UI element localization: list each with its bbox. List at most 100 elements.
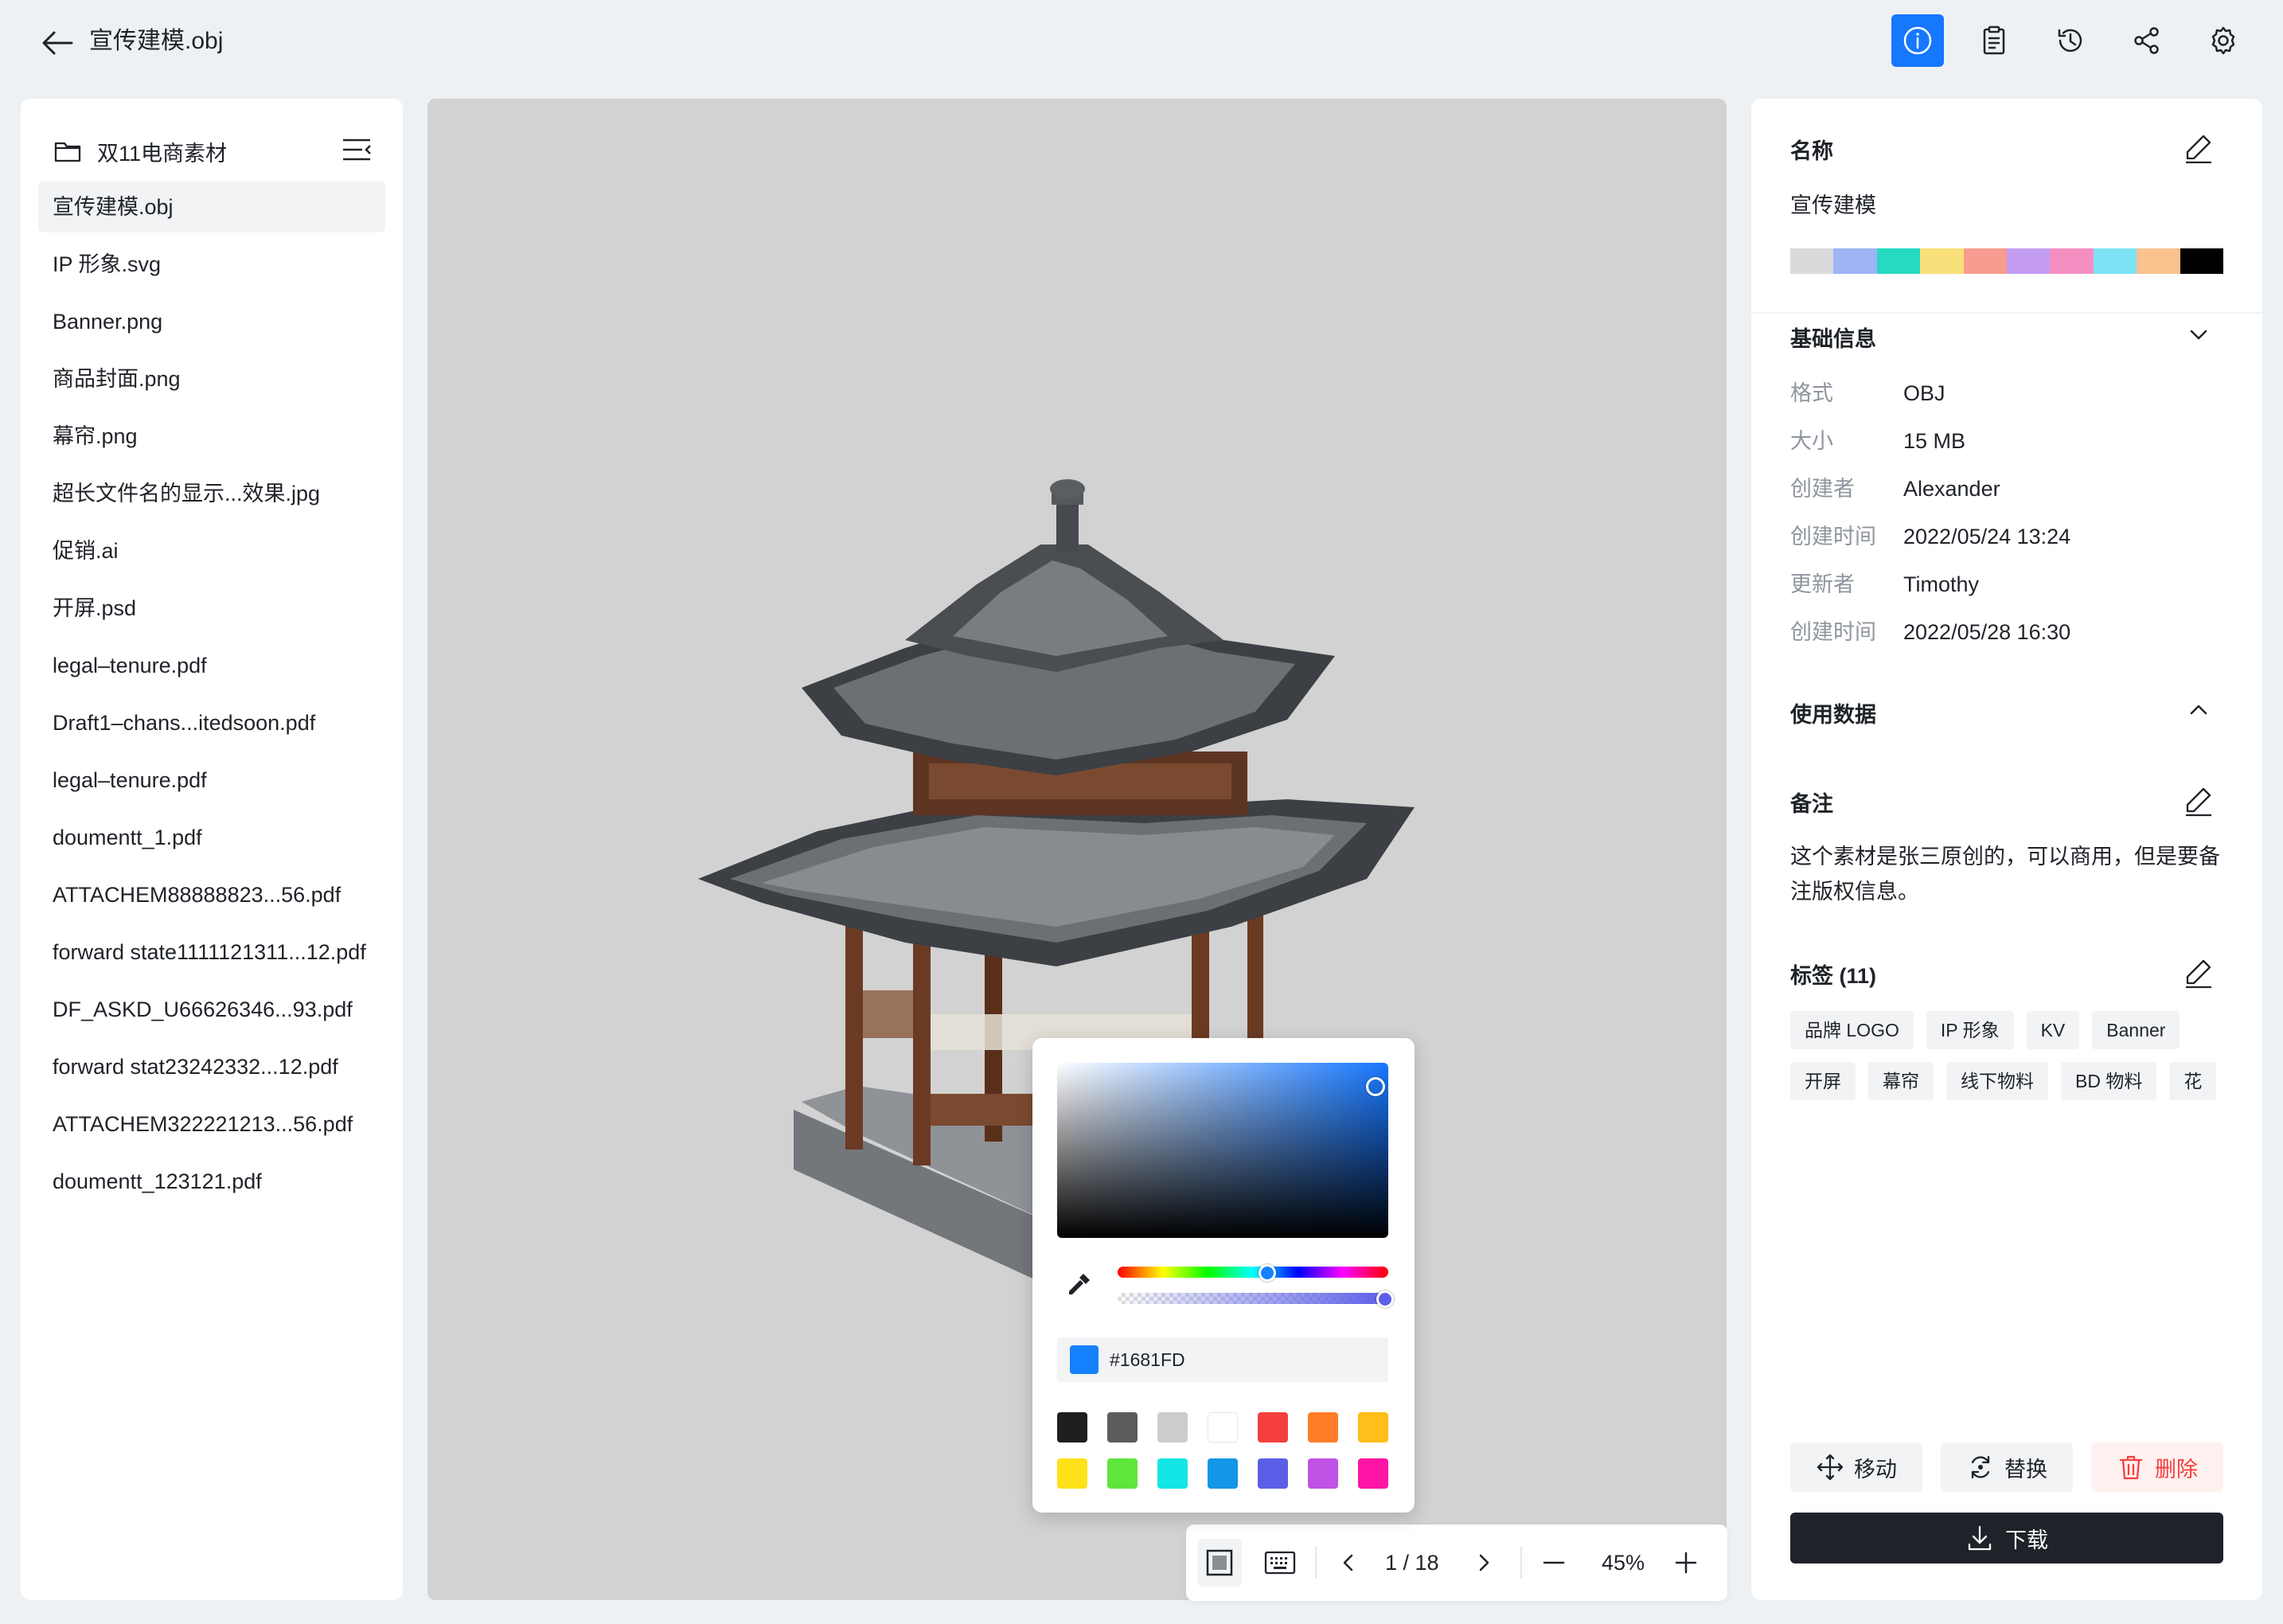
edit-tags-button[interactable] (2180, 954, 2218, 992)
preset-color-swatch[interactable] (1107, 1458, 1138, 1489)
hue-slider[interactable] (1118, 1264, 1388, 1282)
replace-button[interactable]: 替换 (1941, 1442, 2073, 1492)
file-list-item[interactable]: Draft1–chans...itedsoon.pdf (38, 697, 385, 748)
palette-swatch[interactable] (1963, 248, 2008, 274)
file-list-item[interactable]: 促销.ai (38, 525, 385, 576)
file-list-item[interactable]: 幕帘.png (38, 411, 385, 462)
tag-chip[interactable]: 开屏 (1790, 1062, 1856, 1100)
pencil-icon (2186, 959, 2211, 989)
preset-color-swatch[interactable] (1057, 1412, 1087, 1442)
info-row: 更新者 Timothy (1790, 568, 1979, 600)
move-button[interactable]: 移动 (1790, 1442, 1922, 1492)
file-list-item[interactable]: 超长文件名的显示...效果.jpg (38, 468, 385, 519)
back-button[interactable] (35, 21, 80, 65)
color-palette-strip (1790, 248, 2224, 274)
palette-swatch[interactable] (2137, 248, 2180, 274)
preset-color-swatch[interactable] (1358, 1458, 1388, 1489)
file-list-item[interactable]: Banner.png (38, 296, 385, 347)
tag-chip[interactable]: Banner (2092, 1011, 2180, 1049)
tag-chip[interactable]: 品牌 LOGO (1790, 1011, 1914, 1049)
info-value: 15 MB (1903, 429, 1966, 453)
preset-color-swatch[interactable] (1208, 1458, 1238, 1489)
replace-label: 替换 (2004, 1457, 2047, 1482)
fit-view-button[interactable] (1197, 1539, 1242, 1587)
file-list-item[interactable]: doumentt_123121.pdf (38, 1156, 385, 1207)
info-row: 创建者 Alexander (1790, 473, 2000, 505)
hue-handle[interactable] (1259, 1264, 1276, 1282)
history-button[interactable] (2044, 14, 2097, 67)
info-icon (1903, 26, 1932, 55)
eyedropper-button[interactable] (1063, 1269, 1095, 1301)
fit-view-icon (1206, 1549, 1233, 1576)
tag-chip[interactable]: KV (2026, 1011, 2080, 1049)
tag-chip[interactable]: 花 (2169, 1062, 2217, 1100)
file-list-item[interactable]: ATTACHEM88888823...56.pdf (38, 869, 385, 920)
preset-color-swatch[interactable] (1308, 1458, 1338, 1489)
preset-color-swatch[interactable] (1308, 1412, 1338, 1442)
zoom-in-button[interactable] (1668, 1539, 1703, 1587)
saturation-value-area[interactable] (1057, 1063, 1388, 1238)
download-button[interactable]: 下载 (1790, 1513, 2223, 1563)
alpha-slider[interactable] (1118, 1290, 1394, 1308)
preset-color-swatch[interactable] (1107, 1412, 1138, 1442)
tag-chip[interactable]: BD 物料 (2061, 1062, 2157, 1100)
chevron-down-icon (2190, 330, 2207, 340)
preset-colors-row-1 (1057, 1412, 1388, 1442)
palette-swatch[interactable] (1876, 248, 1921, 274)
preset-colors-row-2 (1057, 1458, 1388, 1489)
info-button[interactable] (1891, 14, 1944, 67)
palette-swatch[interactable] (1833, 248, 1877, 274)
edit-notes-button[interactable] (2180, 782, 2218, 820)
file-list-item[interactable]: DF_ASKD_U66626346...93.pdf (38, 984, 385, 1035)
file-list-item[interactable]: legal–tenure.pdf (38, 640, 385, 691)
collapse-usage-button[interactable] (2180, 691, 2218, 729)
palette-swatch[interactable] (1920, 248, 1964, 274)
collapse-basic-info-button[interactable] (2180, 315, 2218, 353)
palette-swatch[interactable] (2050, 248, 2094, 274)
zoom-out-button[interactable] (1536, 1539, 1571, 1587)
alpha-handle[interactable] (1376, 1290, 1394, 1308)
info-value: 2022/05/28 16:30 (1903, 620, 2071, 644)
replace-icon (1971, 1455, 1990, 1479)
file-list-item[interactable]: doumentt_1.pdf (38, 812, 385, 863)
hex-input[interactable] (1108, 1348, 1350, 1372)
edit-name-button[interactable] (2180, 129, 2218, 167)
preset-color-swatch[interactable] (1157, 1412, 1188, 1442)
palette-swatch[interactable] (2007, 248, 2051, 274)
file-sidebar: 双11电商素材 宣传建模.obj IP 形象.svg Banner.png 商品封面.… (21, 99, 403, 1600)
preset-color-swatch[interactable] (1258, 1458, 1288, 1489)
prev-page-button[interactable] (1331, 1539, 1366, 1587)
saturation-handle[interactable] (1366, 1077, 1385, 1096)
preset-color-swatch[interactable] (1358, 1412, 1388, 1442)
file-list-item[interactable]: IP 形象.svg (38, 239, 385, 290)
folder-header[interactable]: 双11电商素材 (53, 129, 387, 174)
preset-color-swatch[interactable] (1258, 1412, 1288, 1442)
keyboard-icon (1264, 1551, 1296, 1575)
file-list-item[interactable]: ATTACHEM322221213...56.pdf (38, 1099, 385, 1150)
next-page-button[interactable] (1466, 1539, 1501, 1587)
preset-color-swatch[interactable] (1208, 1412, 1238, 1442)
collapse-sidebar-button[interactable] (338, 131, 376, 169)
chevron-left-icon (1343, 1554, 1353, 1571)
file-list-item[interactable]: forward state1111121311...12.pdf (38, 927, 385, 978)
keyboard-shortcuts-button[interactable] (1258, 1539, 1302, 1587)
file-list-item[interactable]: 开屏.psd (38, 583, 385, 634)
tag-chip[interactable]: IP 形象 (1926, 1011, 2014, 1049)
tag-chip[interactable]: 线下物料 (1946, 1062, 2048, 1100)
settings-button[interactable] (2197, 14, 2250, 67)
share-button[interactable] (2121, 14, 2173, 67)
preset-color-swatch[interactable] (1057, 1458, 1087, 1489)
color-picker-popover (1032, 1038, 1415, 1513)
palette-swatch[interactable] (2180, 248, 2224, 274)
file-list-item[interactable]: forward stat23242332...12.pdf (38, 1041, 385, 1092)
palette-swatch[interactable] (2093, 248, 2137, 274)
tag-chip[interactable]: 幕帘 (1868, 1062, 1934, 1100)
file-list-item[interactable]: 商品封面.png (38, 353, 385, 404)
clipboard-button[interactable] (1968, 14, 2020, 67)
info-row: 创建时间 2022/05/24 13:24 (1790, 521, 2070, 552)
file-list-item[interactable]: 宣传建模.obj (38, 182, 385, 232)
delete-button[interactable]: 删除 (2091, 1442, 2223, 1492)
palette-swatch[interactable] (1790, 248, 1834, 274)
preset-color-swatch[interactable] (1157, 1458, 1188, 1489)
file-list-item[interactable]: legal–tenure.pdf (38, 755, 385, 806)
